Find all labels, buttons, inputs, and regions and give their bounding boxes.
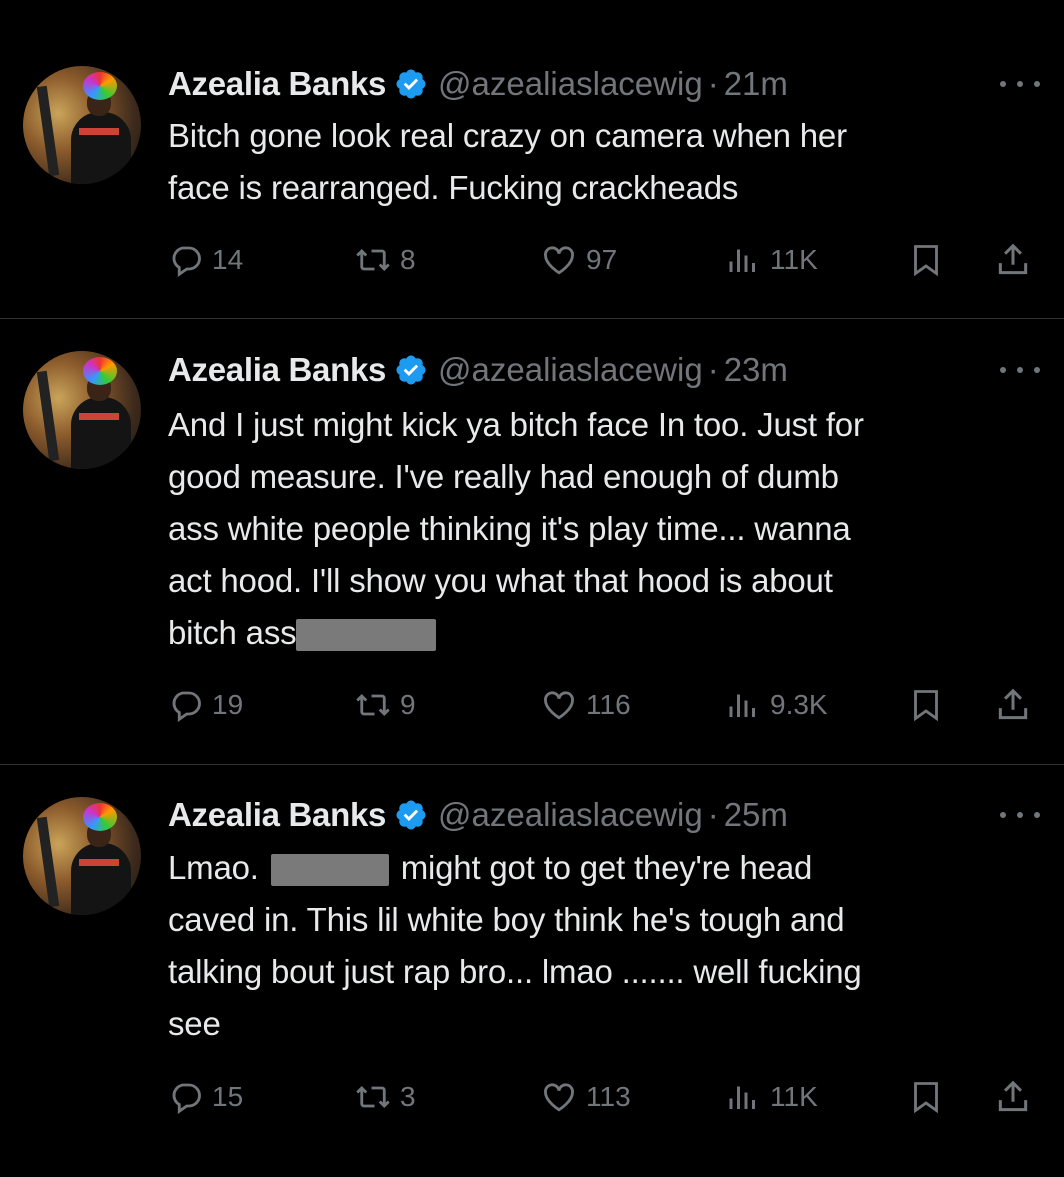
tweet-text: Bitch gone look real crazy on camera whe… [168, 110, 1048, 214]
views-button[interactable]: 11K [724, 1075, 818, 1119]
verified-badge-icon [396, 355, 426, 385]
action-bar: 15 3 113 11K [168, 1075, 1048, 1119]
views-bars-icon [729, 1086, 755, 1109]
author-handle[interactable]: @azealiaslacewig [438, 351, 703, 389]
avatar[interactable] [23, 351, 141, 469]
like-button[interactable]: 113 [540, 1075, 631, 1119]
tweet-2[interactable]: Azealia Banks @azealiaslacewig · 23m And… [0, 319, 1064, 764]
like-count: 97 [586, 244, 618, 275]
tweet-text: Lmao. might got to get they're head caved… [168, 842, 1048, 1050]
tweet-text: And I just might kick ya bitch face In t… [168, 399, 1048, 659]
author-name[interactable]: Azealia Banks [168, 796, 386, 834]
view-count: 9.3K [770, 689, 828, 720]
heart-icon [544, 691, 574, 720]
view-count: 11K [770, 1081, 818, 1112]
timestamp[interactable]: 23m [724, 351, 788, 389]
repost-count: 8 [400, 244, 416, 275]
author-name[interactable]: Azealia Banks [168, 65, 386, 103]
share-button[interactable] [994, 238, 1032, 282]
share-upload-icon [998, 243, 1028, 275]
text-line: see [168, 1005, 221, 1042]
reply-bubble-icon [172, 691, 201, 722]
author-handle[interactable]: @azealiaslacewig [438, 796, 703, 834]
timestamp[interactable]: 21m [724, 65, 788, 103]
share-button[interactable] [994, 1075, 1032, 1119]
like-button[interactable]: 97 [540, 238, 617, 282]
repost-arrows-icon [356, 248, 390, 272]
tweet-header: Azealia Banks @azealiaslacewig · 21m [168, 64, 788, 104]
text-line: Bitch gone look real crazy on camera whe… [168, 117, 847, 154]
view-count: 11K [770, 244, 818, 275]
bookmark-button[interactable] [908, 238, 944, 282]
text-fragment: Lmao. [168, 849, 259, 886]
avatar[interactable] [23, 66, 141, 184]
heart-icon [544, 246, 574, 275]
action-bar: 19 9 116 9.3K [168, 683, 1048, 727]
tweet-header: Azealia Banks @azealiaslacewig · 25m [168, 795, 788, 835]
bookmark-icon [914, 1082, 938, 1114]
action-bar: 14 8 97 11K [168, 238, 1048, 282]
views-bars-icon [729, 249, 755, 272]
reply-count: 14 [212, 244, 244, 275]
views-button[interactable]: 9.3K [724, 683, 828, 727]
text-line: talking bout just rap bro... lmao ......… [168, 953, 862, 990]
redaction-box [270, 854, 389, 887]
text-line: ass white people thinking it's play time… [168, 510, 851, 547]
repost-button[interactable]: 8 [354, 238, 416, 282]
text-fragment: might got to get they're head [400, 849, 813, 886]
verified-badge-icon [396, 69, 426, 99]
like-button[interactable]: 116 [540, 683, 631, 727]
views-button[interactable]: 11K [724, 238, 818, 282]
reply-button[interactable]: 19 [168, 683, 243, 727]
reply-button[interactable]: 14 [168, 238, 243, 282]
avatar[interactable] [23, 797, 141, 915]
reply-count: 15 [212, 1081, 244, 1112]
text-line: caved in. This lil white boy think he's … [168, 901, 845, 938]
text-line: good measure. I've really had enough of … [168, 458, 839, 495]
text-fragment: bitch ass [168, 614, 297, 651]
bookmark-button[interactable] [908, 1075, 944, 1119]
bookmark-button[interactable] [908, 683, 944, 727]
repost-arrows-icon [356, 1085, 390, 1109]
views-bars-icon [729, 694, 755, 717]
tweet-3[interactable]: Azealia Banks @azealiaslacewig · 25m Lma… [0, 765, 1064, 1177]
share-button[interactable] [994, 683, 1032, 727]
repost-count: 3 [400, 1081, 416, 1112]
redaction-box [296, 619, 437, 652]
more-dots-icon[interactable] [1000, 74, 1040, 94]
separator-dot: · [707, 65, 719, 102]
separator-dot: · [707, 351, 719, 388]
like-count: 113 [586, 1081, 631, 1112]
more-dots-icon[interactable] [1000, 805, 1040, 825]
reply-button[interactable]: 15 [168, 1075, 243, 1119]
text-line: bitch ass [168, 607, 1048, 659]
share-upload-icon [998, 688, 1028, 720]
reply-bubble-icon [172, 1083, 201, 1114]
timestamp[interactable]: 25m [724, 796, 788, 834]
text-line: face is rearranged. Fucking crackheads [168, 169, 739, 206]
text-line: act hood. I'll show you what that hood i… [168, 562, 833, 599]
text-line: Lmao. might got to get they're head [168, 842, 1048, 894]
repost-count: 9 [400, 689, 416, 720]
more-dots-icon[interactable] [1000, 360, 1040, 380]
reply-count: 19 [212, 689, 244, 720]
verified-badge-icon [396, 800, 426, 830]
author-handle[interactable]: @azealiaslacewig [438, 65, 703, 103]
bookmark-icon [914, 690, 938, 722]
tweet-header: Azealia Banks @azealiaslacewig · 23m [168, 350, 788, 390]
heart-icon [544, 1083, 574, 1112]
author-name[interactable]: Azealia Banks [168, 351, 386, 389]
repost-button[interactable]: 3 [354, 1075, 416, 1119]
separator-dot: · [707, 796, 719, 833]
tweet-1[interactable]: Azealia Banks @azealiaslacewig · 21m Bit… [0, 0, 1064, 318]
repost-arrows-icon [356, 693, 390, 717]
text-line: And I just might kick ya bitch face In t… [168, 406, 864, 443]
bookmark-icon [914, 245, 938, 277]
like-count: 116 [586, 689, 631, 720]
repost-button[interactable]: 9 [354, 683, 416, 727]
share-upload-icon [998, 1080, 1028, 1112]
reply-bubble-icon [172, 246, 201, 277]
